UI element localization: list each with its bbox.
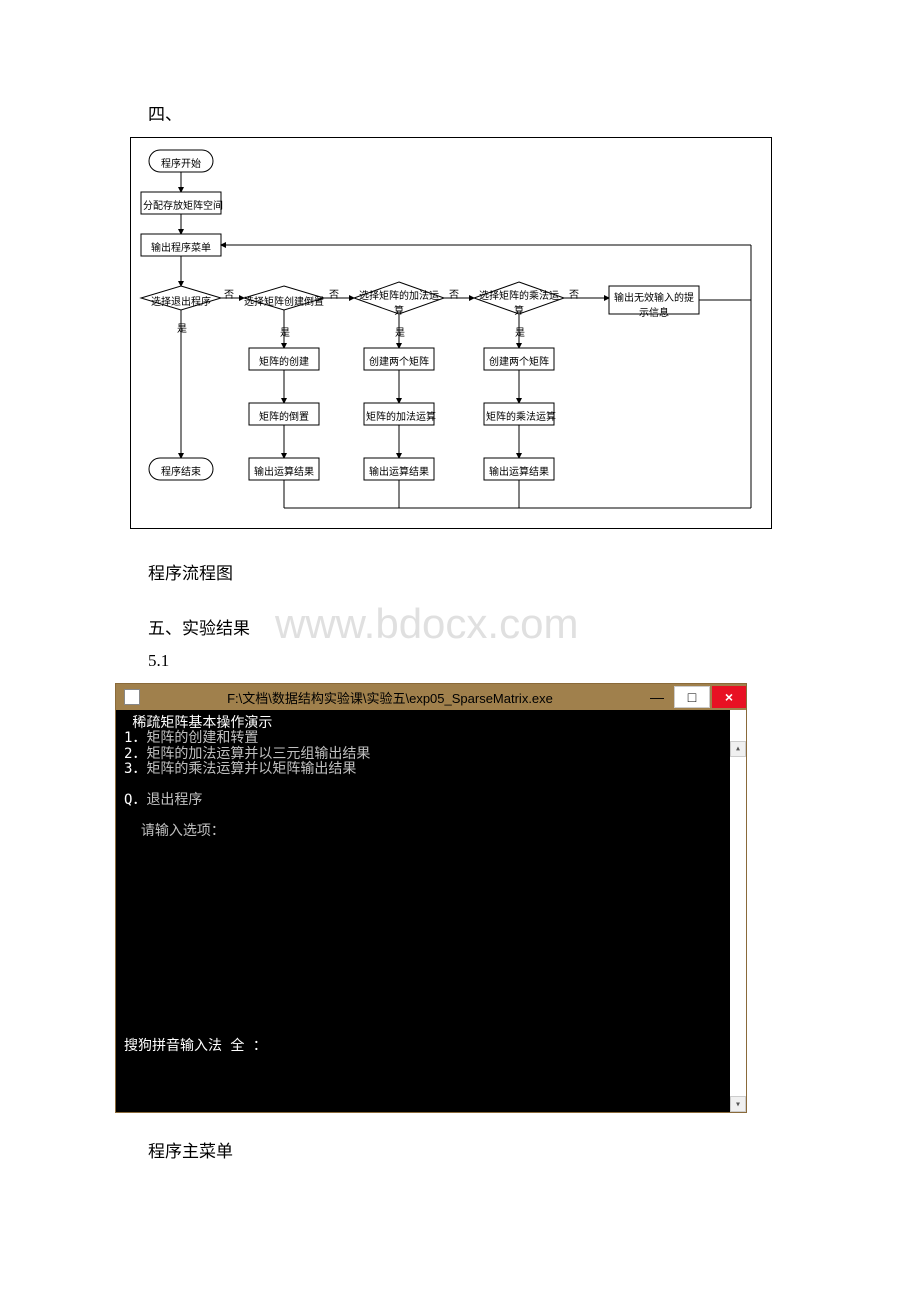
section-five-heading: 五、实验结果 [148, 614, 920, 639]
menu-num-1: 1． [124, 730, 146, 746]
flowchart-caption: 程序流程图 [148, 559, 920, 584]
input-prompt: 请输入选项： [124, 823, 225, 839]
scroll-down-icon[interactable]: ▾ [730, 1096, 746, 1112]
flowchart-diagram: 程序开始 分配存放矩阵空间 输出程序菜单 选择退出程序 选择矩阵创建倒置 选择矩… [130, 137, 772, 529]
console-header-line: 稀疏矩阵基本操作演示 [124, 715, 272, 731]
minimize-button[interactable]: — [640, 686, 674, 708]
menu-num-3: 3． [124, 761, 146, 777]
scroll-up-icon[interactable]: ▴ [730, 741, 746, 757]
close-button[interactable]: × [712, 686, 746, 708]
console-output: 稀疏矩阵基本操作演示 1．矩阵的创建和转置 2．矩阵的加法运算并以三元组输出结果… [116, 710, 746, 1112]
vertical-scrollbar[interactable]: ▴ ▾ [730, 710, 746, 1112]
window-titlebar[interactable]: F:\文档\数据结构实验课\实验五\exp05_SparseMatrix.exe… [116, 684, 746, 710]
menu-num-2: 2． [124, 746, 146, 762]
menu-txt-3: 矩阵的乘法运算并以矩阵输出结果 [146, 761, 356, 777]
section-four-heading: 四、 [148, 100, 920, 125]
menu-num-q: Q． [124, 792, 146, 808]
window-title: F:\文档\数据结构实验课\实验五\exp05_SparseMatrix.exe [140, 688, 640, 707]
menu-txt-q: 退出程序 [146, 792, 202, 808]
maximize-button[interactable]: □ [674, 686, 710, 708]
console-caption: 程序主菜单 [148, 1137, 920, 1162]
app-icon [124, 689, 140, 705]
subsection-5-1: 5.1 [148, 651, 920, 671]
menu-txt-1: 矩阵的创建和转置 [146, 730, 258, 746]
ime-status: 搜狗拼音输入法 全 ： [124, 1038, 267, 1054]
menu-txt-2: 矩阵的加法运算并以三元组输出结果 [146, 746, 370, 762]
console-window: F:\文档\数据结构实验课\实验五\exp05_SparseMatrix.exe… [115, 683, 747, 1113]
